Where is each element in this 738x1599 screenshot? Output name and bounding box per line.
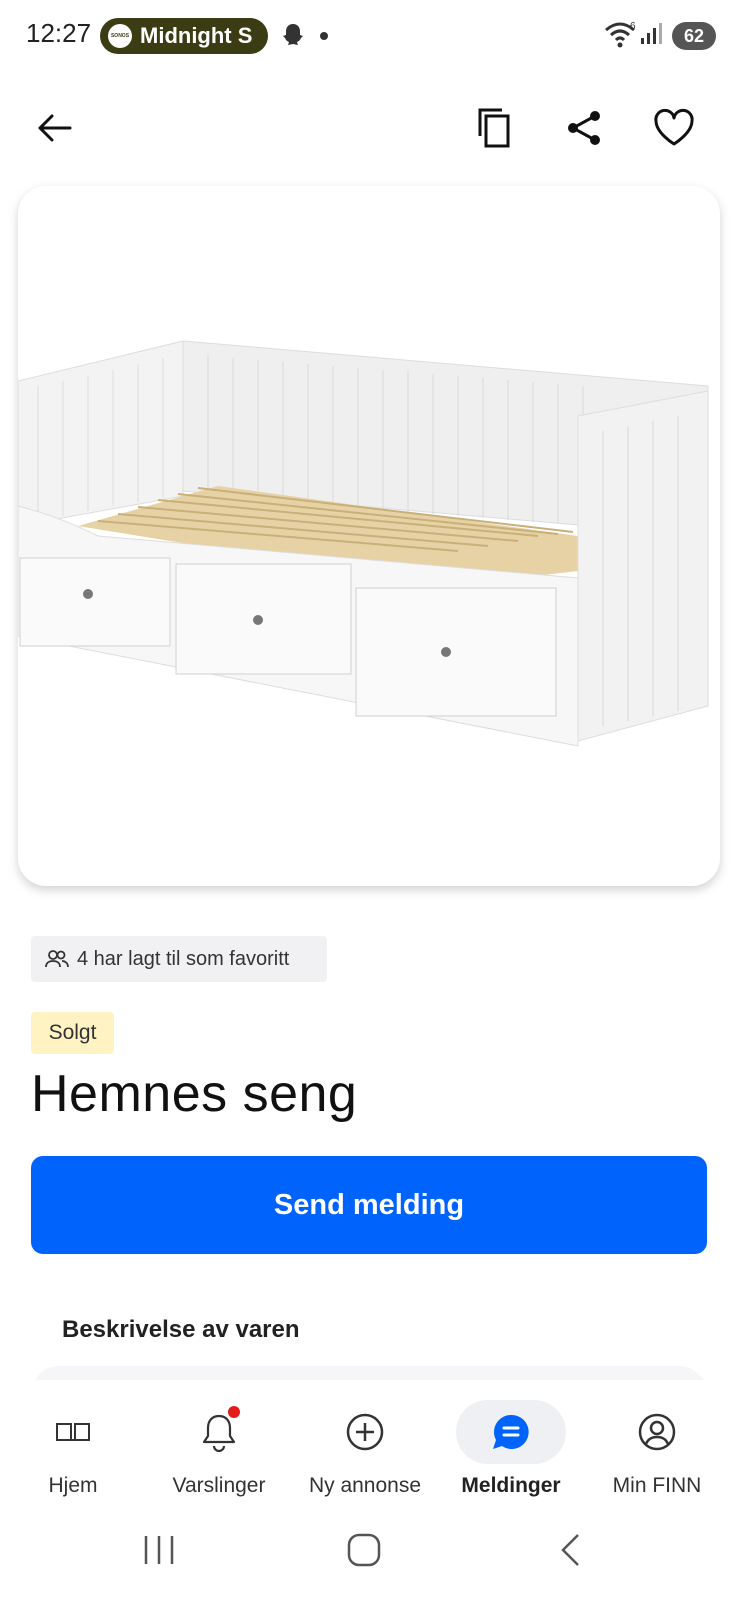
nav-label-notifications: Varslinger [172, 1474, 266, 1497]
nav-item-home[interactable]: Hjem [0, 1380, 146, 1512]
wifi-icon: 6 [605, 21, 636, 48]
favorite-button[interactable] [646, 100, 702, 156]
signal-icon [641, 23, 662, 44]
bottom-navigation: Hjem Varslinger Ny annonse Meldinger Min… [0, 1380, 738, 1512]
description-heading: Beskrivelse av varen [62, 1316, 300, 1343]
home-icon[interactable] [346, 1532, 382, 1568]
status-time: 12:27 [26, 18, 92, 48]
status-badge: Solgt [31, 1012, 114, 1054]
system-navigation-bar [0, 1512, 738, 1599]
favorites-count-chip: 4 har lagt til som favoritt [31, 936, 327, 982]
nav-label-messages: Meldinger [461, 1474, 561, 1497]
chat-icon [493, 1414, 529, 1449]
nav-label-my-finn: Min FINN [612, 1474, 702, 1497]
notification-badge [228, 1406, 240, 1418]
arrow-left-icon [38, 114, 72, 142]
nav-item-notifications[interactable]: Varslinger [146, 1380, 292, 1512]
nav-label-new-ad: Ny annonse [308, 1474, 422, 1497]
copy-link-button[interactable] [466, 100, 522, 156]
share-icon [568, 111, 600, 145]
notification-dot-icon [320, 32, 328, 40]
heart-icon [654, 108, 694, 146]
nav-item-new-ad[interactable]: Ny annonse [292, 1380, 438, 1512]
media-pill[interactable]: SONOS Midnight S [100, 18, 268, 54]
users-icon [45, 950, 69, 968]
nav-label-home: Hjem [48, 1474, 98, 1497]
plus-circle-icon [346, 1413, 384, 1451]
daybed-illustration [18, 340, 709, 747]
copy-icon [478, 108, 510, 148]
share-button[interactable] [556, 100, 612, 156]
media-title: Midnight S [140, 23, 253, 48]
book-icon [56, 1423, 90, 1441]
page-title: Hemnes seng [31, 1065, 358, 1123]
favorites-text: 4 har lagt til som favoritt [77, 947, 290, 970]
user-circle-icon [638, 1413, 676, 1451]
nav-item-messages[interactable]: Meldinger [438, 1380, 584, 1512]
send-message-button[interactable]: Send melding [31, 1156, 707, 1254]
wifi-label: 6 [630, 21, 636, 32]
sonos-logo-icon: SONOS [108, 24, 132, 48]
status-bar: 12:27 SONOS Midnight S 6 62 [0, 0, 738, 72]
recent-apps-icon[interactable] [142, 1534, 176, 1566]
listing-image[interactable] [18, 186, 720, 886]
nav-item-my-finn[interactable]: Min FINN [584, 1380, 730, 1512]
snapchat-icon [283, 24, 303, 45]
battery-indicator: 62 [672, 22, 716, 50]
bell-icon [202, 1414, 236, 1452]
back-nav-icon[interactable] [558, 1532, 582, 1568]
back-button[interactable] [26, 100, 82, 156]
